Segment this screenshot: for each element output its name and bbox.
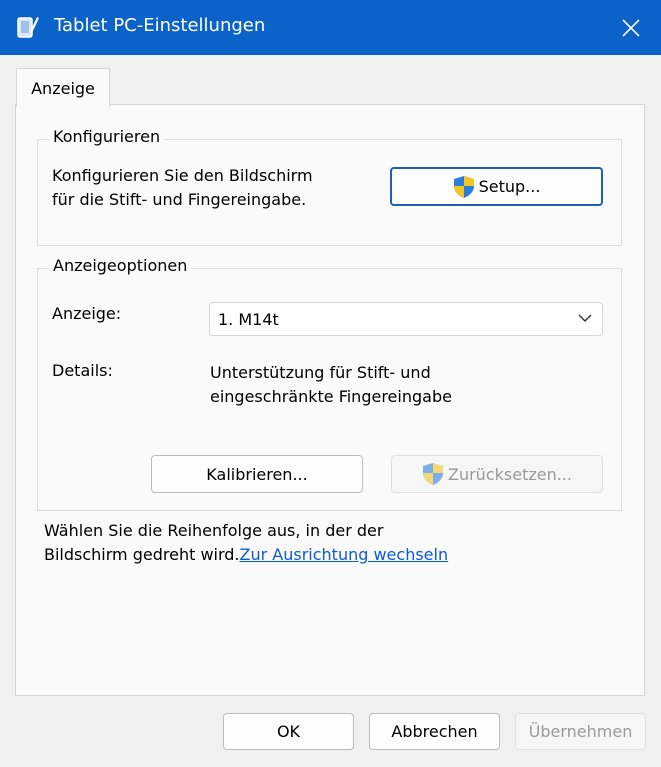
setup-button[interactable]: Setup... bbox=[390, 167, 603, 206]
tablet-pc-icon bbox=[17, 17, 39, 38]
orientation-info: Wählen Sie die Reihenfolge aus, in der d… bbox=[44, 519, 464, 567]
setup-label: Setup... bbox=[478, 177, 541, 196]
uac-shield-icon bbox=[453, 175, 474, 198]
ok-button[interactable]: OK bbox=[223, 713, 354, 750]
reset-button[interactable]: Zurücksetzen... bbox=[391, 455, 603, 493]
display-select-value: 1. M14t bbox=[218, 309, 279, 329]
tab-anzeige[interactable]: Anzeige bbox=[16, 68, 110, 107]
cancel-button[interactable]: Abbrechen bbox=[369, 713, 500, 750]
display-select[interactable]: 1. M14t bbox=[209, 302, 603, 336]
display-options-group: Anzeigeoptionen Anzeige: 1. M14t Details… bbox=[37, 256, 622, 511]
configure-group: Konfigurieren Konfigurieren Sie den Bild… bbox=[37, 127, 622, 246]
configure-description: Konfigurieren Sie den Bildschirm für die… bbox=[52, 166, 313, 209]
close-button[interactable] bbox=[601, 0, 661, 55]
orientation-link[interactable]: Zur Ausrichtung wechseln bbox=[240, 545, 449, 564]
title-bar: Tablet PC-Einstellungen bbox=[0, 0, 661, 55]
details-label: Details: bbox=[52, 361, 113, 380]
display-options-legend: Anzeigeoptionen bbox=[49, 256, 192, 275]
details-value: Unterstützung für Stift- und eingeschrän… bbox=[210, 363, 452, 406]
reset-label: Zurücksetzen... bbox=[448, 464, 572, 484]
uac-shield-icon bbox=[423, 463, 443, 485]
configure-legend: Konfigurieren bbox=[49, 127, 165, 146]
display-label: Anzeige: bbox=[52, 304, 122, 323]
window-title: Tablet PC-Einstellungen bbox=[54, 15, 266, 36]
tab-panel-anzeige: Konfigurieren Konfigurieren Sie den Bild… bbox=[15, 104, 645, 696]
calibrate-button[interactable]: Kalibrieren... bbox=[151, 455, 363, 493]
apply-button[interactable]: Übernehmen bbox=[515, 713, 646, 750]
close-icon bbox=[622, 18, 640, 37]
chevron-down-icon bbox=[578, 314, 592, 322]
